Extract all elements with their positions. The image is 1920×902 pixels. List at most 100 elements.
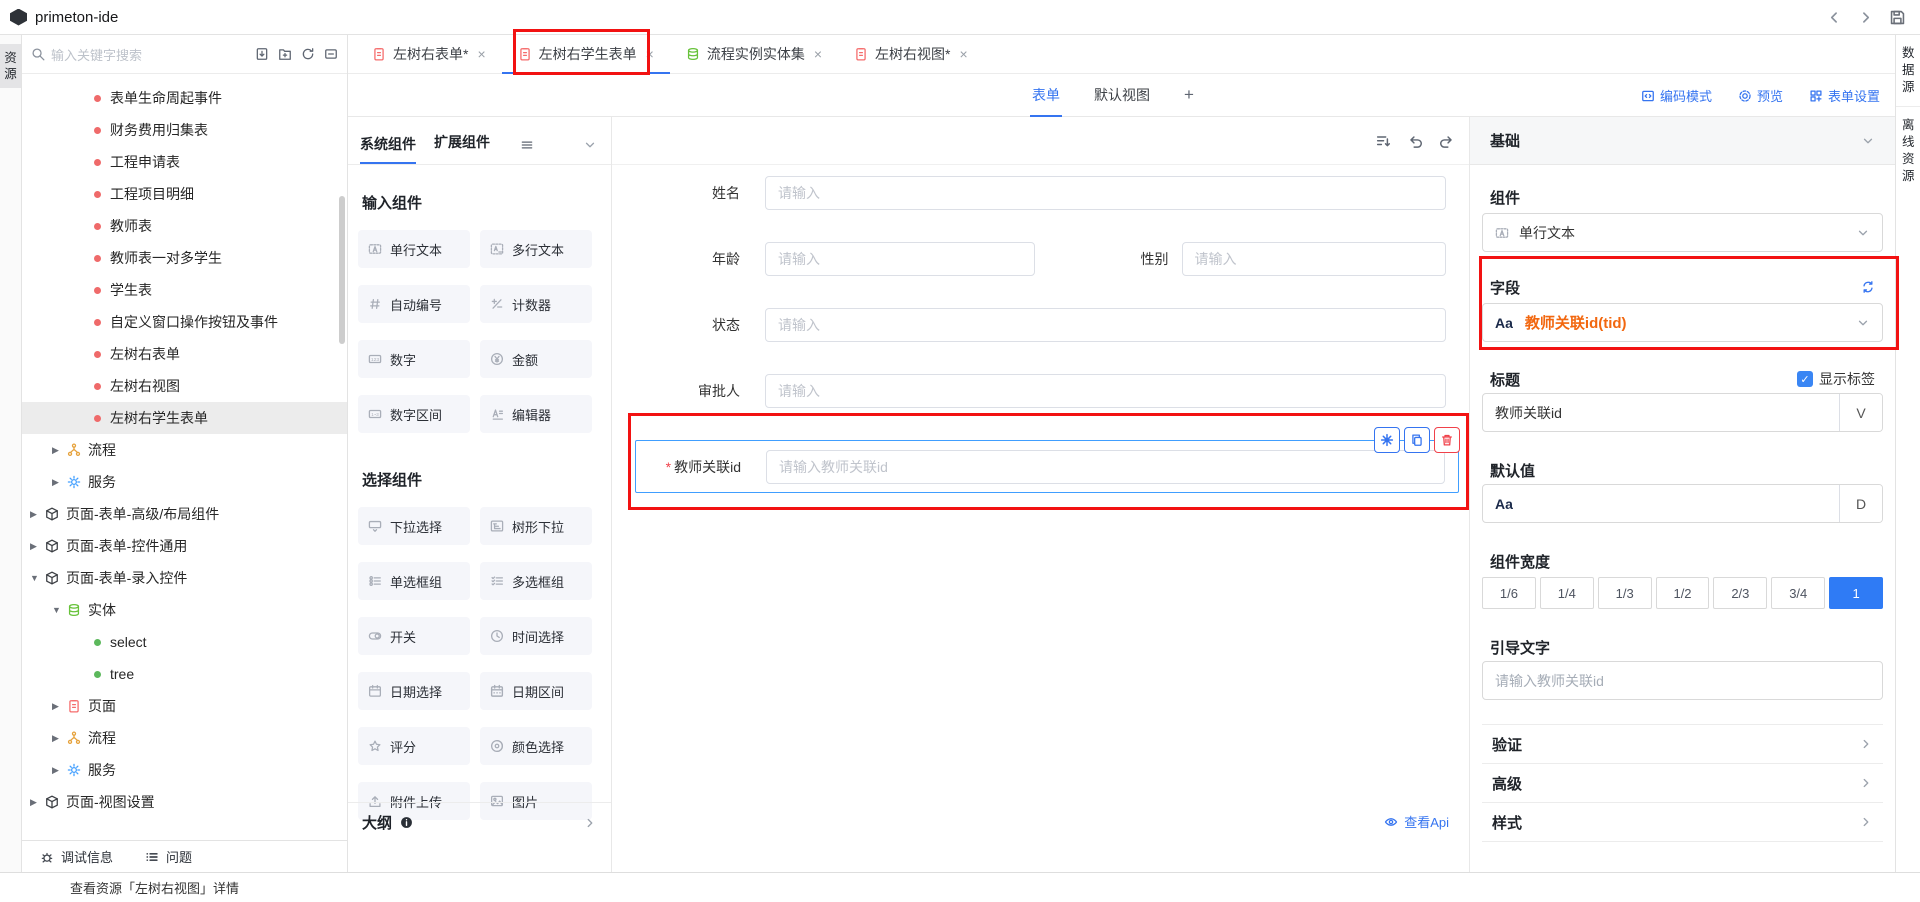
tree-expand-arrow-right[interactable]: ▶ [52, 445, 65, 456]
refresh-icon[interactable] [301, 47, 315, 61]
close-icon[interactable]: × [646, 46, 654, 62]
title-input[interactable]: 教师关联id V [1482, 393, 1883, 432]
file-tab-0[interactable]: 左树右表单*× [356, 35, 502, 73]
inspector-section-样式[interactable]: 样式 [1482, 803, 1883, 842]
delete-button[interactable] [1434, 427, 1460, 453]
palette-item-tree-drop[interactable]: 树形下拉 [480, 507, 592, 545]
tree-item-node-14[interactable]: ▶页面-表单-控件通用 [22, 530, 347, 562]
tree-scrollbar[interactable] [339, 196, 345, 344]
form-field-状态[interactable]: 状态请输入 [612, 308, 1469, 342]
width-option-1[interactable]: 1 [1829, 577, 1883, 609]
palette-item-switch[interactable]: 开关 [358, 617, 470, 655]
tree-item-node-12[interactable]: ▶服务 [22, 466, 347, 498]
width-option-1-6[interactable]: 1/6 [1482, 577, 1536, 609]
tree-item-tree[interactable]: tree [22, 658, 347, 690]
tree-item-node-11[interactable]: ▶流程 [22, 434, 347, 466]
palette-item-select-drop[interactable]: 下拉选择 [358, 507, 470, 545]
add-view-button[interactable]: + [1182, 74, 1196, 117]
view-tab-0[interactable]: 表单 [1030, 74, 1062, 117]
tree-item-select[interactable]: select [22, 626, 347, 658]
field-input[interactable]: 请输入 [765, 308, 1446, 342]
palette-tab-1[interactable]: 扩展组件 [434, 132, 490, 164]
tree-item-node-1[interactable]: 财务费用归集表 [22, 114, 347, 146]
tree-item-node-15[interactable]: ▼页面-表单-录入控件 [22, 562, 347, 594]
close-icon[interactable]: × [959, 46, 967, 62]
form-field-审批人[interactable]: 审批人请输入 [612, 374, 1469, 408]
bottom-tab-problems[interactable]: 问题 [145, 847, 192, 866]
search-input[interactable]: 输入关键字搜索 [51, 45, 249, 64]
tree-item-node-19[interactable]: ▶页面 [22, 690, 347, 722]
settings-gear-button[interactable] [1374, 427, 1400, 453]
field-sync-icon[interactable] [1861, 280, 1875, 294]
width-option-2-3[interactable]: 2/3 [1713, 577, 1767, 609]
palette-item-time[interactable]: 时间选择 [480, 617, 592, 655]
tree-expand-arrow-down[interactable]: ▼ [52, 605, 65, 615]
tree-expand-arrow-right[interactable]: ▶ [52, 765, 65, 776]
tree-expand-arrow-right[interactable]: ▶ [52, 733, 65, 744]
tree-item-node-13[interactable]: ▶页面-表单-高级/布局组件 [22, 498, 347, 530]
palette-item-date-range[interactable]: 日期区间 [480, 672, 592, 710]
rail-tab-resources[interactable]: 资源 [0, 44, 21, 88]
default-value-button[interactable]: D [1839, 485, 1882, 522]
width-option-1-4[interactable]: 1/4 [1540, 577, 1594, 609]
palette-menu-icon[interactable] [520, 138, 534, 152]
field-input[interactable]: 请输入教师关联id [766, 450, 1445, 484]
tree-expand-arrow-right[interactable]: ▶ [30, 541, 43, 552]
add-folder-icon[interactable] [278, 47, 292, 61]
palette-item-auto-number[interactable]: 自动编号 [358, 285, 470, 323]
rail-tab-1[interactable]: 离线资源 [1896, 107, 1920, 195]
tree-expand-arrow-right[interactable]: ▶ [52, 701, 65, 712]
width-option-3-4[interactable]: 3/4 [1771, 577, 1825, 609]
tree-expand-arrow-right[interactable]: ▶ [30, 797, 43, 808]
field-input[interactable]: 请输入 [765, 176, 1446, 210]
undo-icon[interactable] [1407, 133, 1423, 149]
inspector-section-高级[interactable]: 高级 [1482, 764, 1883, 803]
palette-collapse-icon[interactable] [583, 138, 597, 152]
sort-icon[interactable] [1375, 133, 1391, 149]
field-input[interactable]: 请输入 [765, 242, 1035, 276]
palette-item-date[interactable]: 日期选择 [358, 672, 470, 710]
field-select[interactable]: Aa 教师关联id(tid) [1482, 303, 1883, 342]
palette-item-money[interactable]: 金额 [480, 340, 592, 378]
tree-item-node-16[interactable]: ▼实体 [22, 594, 347, 626]
inspector-section-basic[interactable]: 基础 [1470, 117, 1895, 165]
tree-item-node-3[interactable]: 工程项目明细 [22, 178, 347, 210]
collapse-all-icon[interactable] [324, 47, 338, 61]
close-icon[interactable]: × [477, 46, 485, 62]
form-settings-button[interactable]: 表单设置 [1809, 86, 1880, 105]
selected-form-field-教师关联id[interactable]: *教师关联id请输入教师关联id [635, 440, 1459, 493]
preview-button[interactable]: 预览 [1738, 86, 1783, 105]
nav-back-icon[interactable] [1827, 10, 1842, 25]
palette-item-radio-group[interactable]: 单选框组 [358, 562, 470, 600]
form-field-姓名[interactable]: 姓名请输入 [612, 176, 1469, 210]
file-tab-3[interactable]: 左树右视图*× [838, 35, 984, 73]
palette-item-color[interactable]: 颜色选择 [480, 727, 592, 765]
rail-tab-0[interactable]: 数据源 [1896, 35, 1920, 107]
tree-item-node-4[interactable]: 教师表 [22, 210, 347, 242]
palette-item-check-group[interactable]: 多选框组 [480, 562, 592, 600]
view-tab-1[interactable]: 默认视图 [1092, 74, 1152, 117]
outline-footer[interactable]: 大纲 [348, 802, 611, 842]
palette-item-number[interactable]: 123数字 [358, 340, 470, 378]
tree-item-node-20[interactable]: ▶流程 [22, 722, 347, 754]
form-field-年龄[interactable]: 年龄请输入 [612, 242, 1041, 276]
close-icon[interactable]: × [814, 46, 822, 62]
field-input[interactable]: 请输入 [765, 374, 1446, 408]
tree-expand-arrow-right[interactable]: ▶ [30, 509, 43, 520]
palette-item-text-multi[interactable]: 多行文本 [480, 230, 592, 268]
form-field-性别[interactable]: 性别请输入 [1041, 242, 1470, 276]
copy-button[interactable] [1404, 427, 1430, 453]
file-tab-1[interactable]: 左树右学生表单× [502, 35, 670, 73]
default-value-input[interactable]: Aa D [1482, 484, 1883, 523]
palette-item-editor[interactable]: 编辑器 [480, 395, 592, 433]
tree-expand-arrow-right[interactable]: ▶ [52, 477, 65, 488]
nav-forward-icon[interactable] [1858, 10, 1873, 25]
palette-item-counter[interactable]: 计数器 [480, 285, 592, 323]
field-input[interactable]: 请输入 [1182, 242, 1447, 276]
guide-text-input[interactable]: 请输入教师关联id [1482, 661, 1883, 700]
tree-item-node-8[interactable]: 左树右表单 [22, 338, 347, 370]
component-select[interactable]: 单行文本 [1482, 213, 1883, 252]
bottom-tab-debug[interactable]: 调试信息 [40, 847, 113, 866]
tree-item-node-2[interactable]: 工程申请表 [22, 146, 347, 178]
code-mode-button[interactable]: 编码模式 [1641, 86, 1712, 105]
